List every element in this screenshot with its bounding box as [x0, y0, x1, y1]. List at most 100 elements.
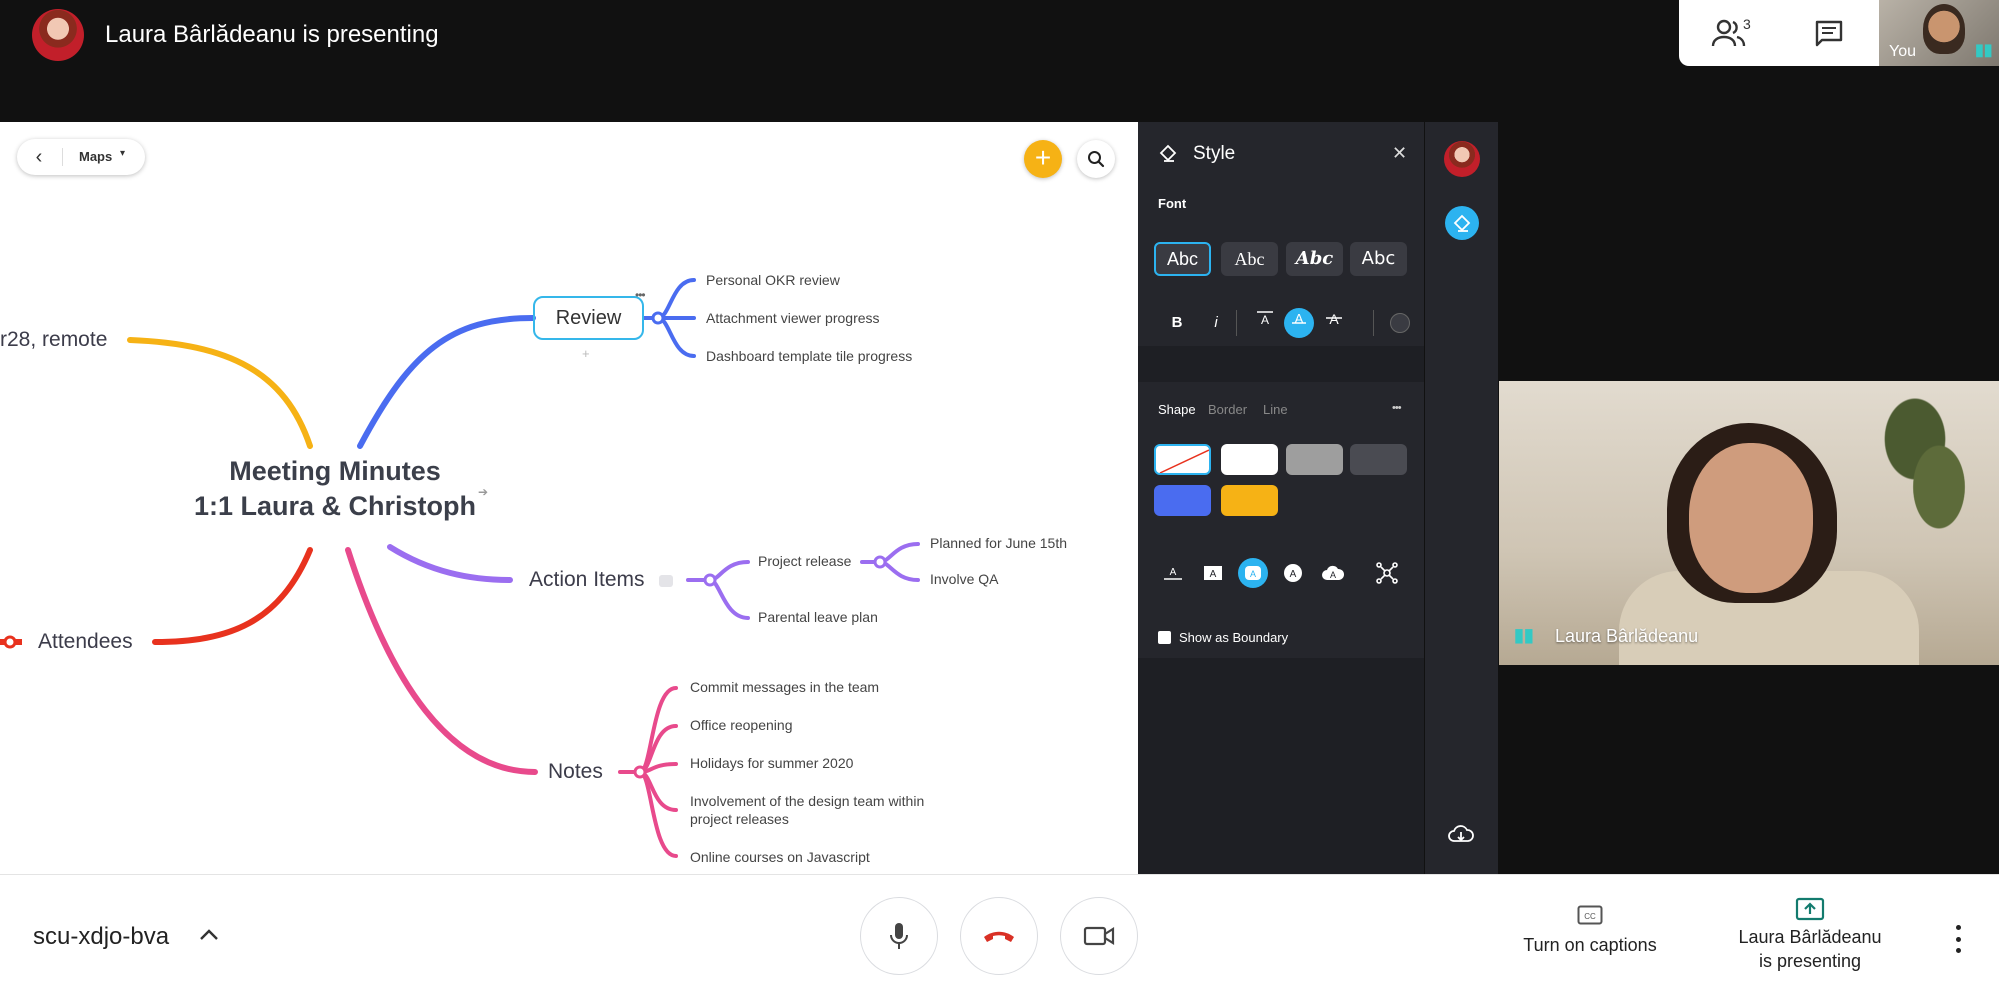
project-release-node[interactable]: Project release	[758, 553, 851, 569]
action-subitem[interactable]: Involve QA	[930, 571, 998, 587]
notes-item[interactable]: Involvement of the design team within	[690, 793, 924, 809]
swatch-blue[interactable]	[1154, 485, 1211, 516]
connect-nodes-icon[interactable]	[1372, 558, 1402, 588]
swatch-dark[interactable]	[1350, 444, 1407, 475]
more-options-icon[interactable]: •••	[635, 288, 646, 302]
captions-label: Turn on captions	[1523, 935, 1657, 955]
review-item[interactable]: Personal OKR review	[706, 272, 840, 288]
style-toggle-button[interactable]	[1445, 206, 1479, 240]
video-background-plant	[1879, 391, 1999, 551]
review-node[interactable]: Review	[533, 296, 644, 340]
main-topic-line1: Meeting Minutes	[229, 456, 441, 486]
chat-button[interactable]	[1801, 10, 1857, 56]
chevron-down-icon[interactable]: ▾	[120, 148, 125, 159]
mindmap-canvas[interactable]: ‹ Maps ▾ + Meeting Minutes 1:1 Laura & C…	[0, 122, 1138, 874]
text-align-middle-icon[interactable]: A	[1284, 308, 1314, 338]
review-item[interactable]: Dashboard template tile progress	[706, 348, 912, 364]
captions-button[interactable]: CC Turn on captions	[1515, 905, 1665, 956]
notes-item[interactable]: Commit messages in the team	[690, 679, 879, 695]
maps-dropdown[interactable]: Maps	[79, 149, 112, 164]
strikethrough-icon[interactable]: A	[1319, 308, 1349, 338]
more-options-icon[interactable]: •••	[1392, 402, 1402, 414]
notes-item[interactable]: Online courses on Javascript	[690, 849, 870, 865]
notes-item[interactable]: Holidays for summer 2020	[690, 755, 853, 771]
people-button[interactable]: 3	[1701, 10, 1757, 56]
svg-text:A: A	[1330, 570, 1336, 580]
notes-children-lines	[618, 686, 678, 858]
camera-button[interactable]	[1060, 897, 1138, 975]
attendees-branch-line	[152, 547, 313, 645]
bold-button[interactable]: B	[1162, 308, 1192, 338]
tab-shape[interactable]: Shape	[1158, 402, 1196, 417]
microphone-button[interactable]	[860, 897, 938, 975]
font-label: Font	[1158, 196, 1187, 211]
cloud-upload-icon[interactable]	[1447, 822, 1475, 851]
camera-icon	[1083, 926, 1115, 946]
back-button[interactable]: ‹	[27, 145, 51, 169]
bottom-bar: scu-xdjo-bva CC Turn on captions Laura B…	[0, 874, 1999, 994]
svg-text:A: A	[1210, 569, 1217, 580]
presentation-label-line2: is presenting	[1758, 951, 1862, 971]
add-child-icon[interactable]: +	[582, 346, 590, 361]
chevron-up-icon[interactable]	[198, 921, 220, 947]
italic-button[interactable]: i	[1201, 308, 1231, 338]
font-option-serif[interactable]: Abc	[1221, 242, 1278, 276]
self-video-tile[interactable]: You ▮▮	[1879, 0, 1999, 66]
presentation-button[interactable]: Laura Bârlădeanu is presenting	[1730, 897, 1890, 973]
more-options-button[interactable]	[1948, 919, 1968, 959]
font-option-sans[interactable]: Abc	[1154, 242, 1211, 276]
font-option-rounded[interactable]: Abc	[1350, 242, 1407, 276]
text-align-top-icon[interactable]: A	[1250, 308, 1280, 338]
pill-divider	[62, 148, 63, 166]
notes-connector	[633, 765, 647, 779]
project-release-connector	[873, 555, 887, 569]
review-branch-line	[357, 315, 536, 449]
review-connector	[651, 311, 665, 325]
add-node-button[interactable]: +	[1024, 140, 1062, 178]
close-icon[interactable]: ✕	[1392, 143, 1407, 164]
search-button[interactable]	[1077, 140, 1115, 178]
swatch-gray[interactable]	[1286, 444, 1343, 475]
date-node[interactable]: r28, remote	[0, 328, 107, 352]
collapse-arrow-icon[interactable]: ➔	[478, 485, 488, 499]
maps-toolbar: ‹ Maps ▾	[17, 139, 145, 175]
participant-video-tile[interactable]: ▮▮ Laura Bârlădeanu	[1499, 381, 1999, 665]
people-count: 3	[1743, 16, 1751, 32]
style-panel-title: Style	[1193, 143, 1236, 164]
date-branch-line	[127, 337, 313, 449]
more-dot-icon	[1955, 925, 1961, 930]
show-boundary-label: Show as Boundary	[1179, 630, 1289, 645]
top-bar: Laura Bârlădeanu is presenting 3 You ▮▮	[0, 0, 1999, 122]
tab-line[interactable]: Line	[1263, 402, 1288, 417]
notes-node[interactable]: Notes	[548, 760, 603, 784]
svg-text:CC: CC	[1584, 912, 1596, 921]
notes-item[interactable]: Office reopening	[690, 717, 792, 733]
participant-name: Laura Bârlădeanu	[1555, 626, 1699, 646]
leave-call-button[interactable]	[960, 897, 1038, 975]
participant-audio-indicator-icon: ▮▮	[1514, 625, 1534, 645]
text-color-button[interactable]	[1385, 308, 1415, 338]
review-item[interactable]: Attachment viewer progress	[706, 310, 880, 326]
action-items-node[interactable]: Action Items	[529, 568, 645, 592]
attendees-node[interactable]: Attendees	[38, 630, 133, 654]
show-boundary-checkbox[interactable]: Show as Boundary	[1158, 630, 1288, 645]
shape-underline-icon[interactable]: A	[1158, 558, 1188, 588]
meet-window: Laura Bârlădeanu is presenting 3 You ▮▮ …	[0, 0, 1999, 994]
shape-cloud-icon[interactable]: A	[1318, 558, 1348, 588]
shape-rect-icon[interactable]: A	[1198, 558, 1228, 588]
swatch-yellow[interactable]	[1221, 485, 1278, 516]
action-subitem[interactable]: Planned for June 15th	[930, 535, 1067, 551]
format-divider	[1236, 310, 1237, 336]
svg-text:A: A	[1290, 569, 1297, 580]
tab-border[interactable]: Border	[1208, 402, 1247, 417]
swatch-white[interactable]	[1221, 444, 1278, 475]
note-icon[interactable]	[659, 575, 673, 587]
checkbox-icon	[1158, 631, 1171, 644]
parental-leave-node[interactable]: Parental leave plan	[758, 609, 878, 625]
main-topic-node[interactable]: Meeting Minutes 1:1 Laura & Christoph	[150, 454, 520, 536]
collaborator-avatar[interactable]	[1444, 141, 1480, 177]
shape-rounded-icon[interactable]: A	[1238, 558, 1268, 588]
swatch-none[interactable]	[1154, 444, 1211, 475]
shape-circle-icon[interactable]: A	[1278, 558, 1308, 588]
font-option-script[interactable]: Abc	[1286, 242, 1343, 276]
